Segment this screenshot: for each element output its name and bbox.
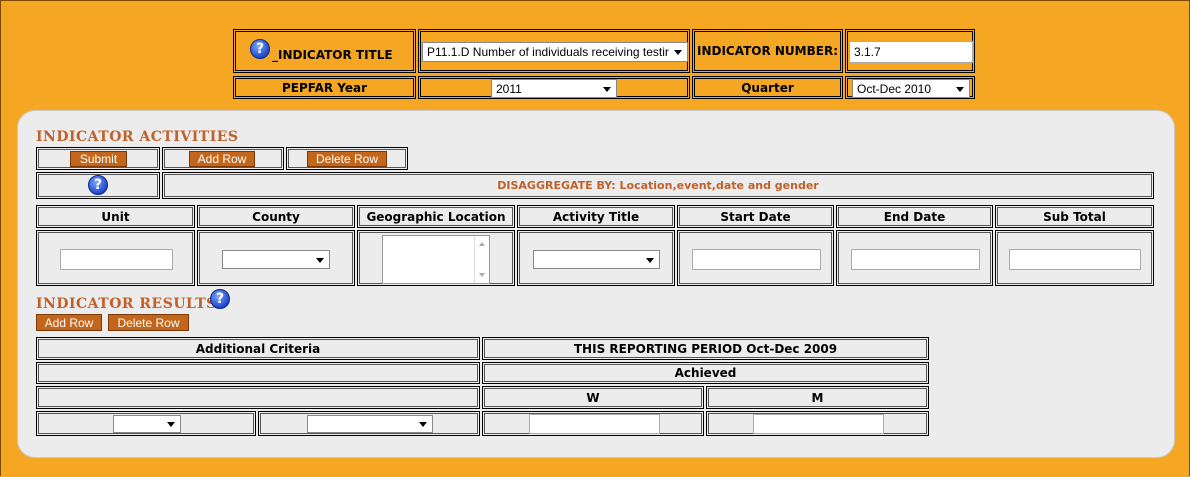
unit-cell: [36, 230, 195, 286]
sub-total-input[interactable]: [1009, 249, 1141, 270]
indicator-title-value-cell: P11.1.D Number of individuals receiving …: [418, 29, 690, 73]
w-header: W: [482, 386, 704, 409]
additional-criteria-header: Additional Criteria: [36, 337, 480, 360]
dropdown-arrow-icon: [674, 50, 682, 55]
add-row-button[interactable]: Add Row: [189, 151, 255, 167]
county-select[interactable]: [222, 250, 330, 269]
criteria-1-select[interactable]: [113, 415, 181, 433]
results-add-row-button[interactable]: Add Row: [36, 314, 102, 331]
activity-title-select[interactable]: [533, 250, 660, 269]
scroll-up-icon[interactable]: [479, 242, 485, 246]
disaggregate-help-cell: ?: [36, 172, 160, 199]
column-header-geographic-location: Geographic Location: [357, 205, 515, 228]
results-delete-row-button[interactable]: Delete Row: [108, 314, 189, 331]
indicator-title-select[interactable]: P11.1.D Number of individuals receiving …: [422, 42, 688, 62]
m-header: M: [706, 386, 929, 409]
help-icon[interactable]: ?: [210, 289, 230, 309]
indicator-title-label: _INDICATOR TITLE: [272, 48, 393, 62]
unit-input[interactable]: [60, 249, 173, 270]
pepfar-year-select[interactable]: 2011: [491, 79, 617, 98]
w-input[interactable]: [529, 414, 660, 434]
page: { "header": { "indicator_title_label": "…: [0, 0, 1190, 477]
scrollbar[interactable]: [474, 236, 489, 283]
end-date-cell: [836, 230, 993, 286]
dropdown-arrow-icon: [167, 422, 175, 427]
pepfar-year-select-value: 2011: [496, 81, 522, 96]
dropdown-arrow-icon: [646, 257, 654, 263]
additional-criteria-spacer: [36, 362, 480, 384]
column-header-sub-total: Sub Total: [995, 205, 1154, 228]
column-header-county: County: [197, 205, 355, 228]
county-cell: [197, 230, 355, 286]
dropdown-arrow-icon: [956, 86, 964, 92]
m-cell: [706, 411, 929, 436]
column-header-activity-title: Activity Title: [517, 205, 675, 228]
column-header-end-date: End Date: [836, 205, 993, 228]
reporting-period-header: THIS REPORTING PERIOD Oct-Dec 2009: [482, 337, 929, 360]
pepfar-year-label: PEPFAR Year: [233, 76, 416, 99]
indicator-title-select-value: P11.1.D Number of individuals receiving …: [427, 45, 669, 59]
sub-total-cell: [995, 230, 1154, 286]
criteria-2-cell: [258, 411, 480, 436]
w-cell: [482, 411, 704, 436]
start-date-input[interactable]: [692, 249, 821, 270]
column-header-start-date: Start Date: [677, 205, 834, 228]
quarter-select-value: Oct-Dec 2010: [857, 81, 932, 96]
disaggregate-by-text: DISAGGREGATE BY: Location,event,date and…: [162, 172, 1154, 199]
criteria-1-cell: [36, 411, 256, 436]
activity-title-cell: [517, 230, 675, 286]
indicator-number-cell: 3.1.7: [845, 29, 975, 73]
indicator-activities-title: INDICATOR ACTIVITIES: [36, 129, 239, 145]
indicator-title-label-cell: ? _INDICATOR TITLE: [233, 29, 416, 73]
m-input[interactable]: [753, 414, 884, 434]
dropdown-arrow-icon: [603, 86, 611, 92]
quarter-select[interactable]: Oct-Dec 2010: [852, 79, 970, 98]
submit-button[interactable]: Submit: [70, 151, 127, 167]
scroll-down-icon[interactable]: [479, 273, 485, 277]
quarter-label: Quarter: [692, 76, 843, 99]
dropdown-arrow-icon: [316, 257, 324, 263]
criteria-2-select[interactable]: [307, 415, 433, 433]
quarter-cell: Oct-Dec 2010: [845, 76, 975, 99]
help-icon[interactable]: ?: [88, 175, 108, 195]
achieved-header: Achieved: [482, 362, 929, 384]
indicator-results-title: INDICATOR RESULTS: [36, 296, 217, 312]
indicator-number-label: INDICATOR NUMBER:: [692, 29, 843, 73]
geographic-location-textarea[interactable]: [382, 235, 490, 284]
dropdown-arrow-icon: [419, 422, 427, 427]
start-date-cell: [677, 230, 834, 286]
geographic-location-cell: [357, 230, 515, 286]
column-header-unit: Unit: [36, 205, 195, 228]
delete-row-button[interactable]: Delete Row: [307, 151, 387, 167]
help-icon[interactable]: ?: [250, 39, 270, 59]
pepfar-year-cell: 2011: [418, 76, 690, 99]
additional-criteria-spacer-2: [36, 386, 480, 409]
indicator-number-input[interactable]: 3.1.7: [849, 41, 973, 63]
end-date-input[interactable]: [851, 249, 980, 270]
